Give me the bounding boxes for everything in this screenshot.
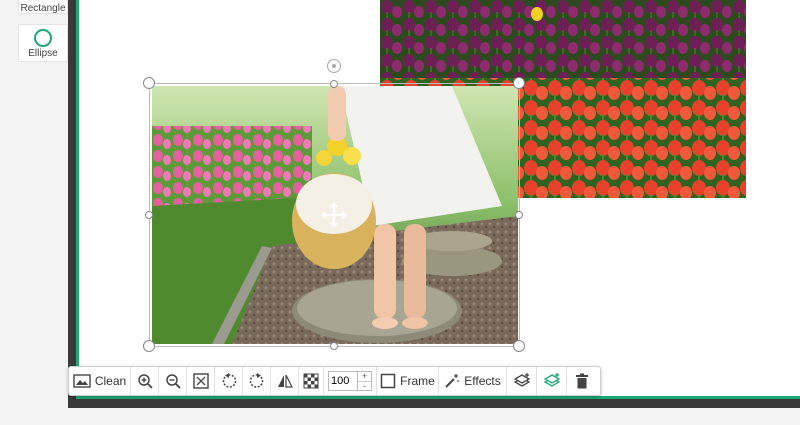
ellipse-tool-label: Ellipse: [28, 48, 58, 59]
fit-icon: [192, 373, 209, 389]
clean-label: Clean: [94, 374, 127, 388]
layer-add-button[interactable]: [537, 367, 567, 395]
opacity-decrement[interactable]: -: [358, 382, 371, 391]
zoom-out-button[interactable]: [159, 367, 187, 395]
resize-handle-bottom-left[interactable]: [143, 340, 155, 352]
move-icon[interactable]: [321, 202, 347, 228]
rectangle-tool-label: Rectangle: [20, 3, 66, 14]
zoom-in-button[interactable]: [131, 367, 159, 395]
flip-icon: [277, 374, 293, 388]
ellipse-tool-button[interactable]: Ellipse: [18, 24, 68, 62]
image-icon: [73, 374, 91, 388]
fit-button[interactable]: [187, 367, 215, 395]
magic-wand-icon: [445, 374, 459, 388]
shape-tool-panel: Rectangle Ellipse: [0, 0, 72, 425]
opacity-control: + -: [324, 367, 377, 395]
image-toolbar: Clean 100 + - Frame Effects: [68, 366, 601, 396]
frame-label: Frame: [400, 374, 435, 388]
delete-button[interactable]: [567, 367, 597, 395]
trash-icon: [576, 373, 588, 389]
opacity-input[interactable]: [328, 371, 358, 391]
rotate-right-icon: [249, 373, 263, 388]
rotate-right-button[interactable]: [243, 367, 271, 395]
flip-button[interactable]: [271, 367, 299, 395]
resize-handle-left[interactable]: [145, 211, 153, 219]
resize-handle-bottom-right[interactable]: [513, 340, 525, 352]
rotate-left-icon: [222, 373, 236, 388]
rectangle-tool-button[interactable]: Rectangle: [18, 0, 68, 14]
layer-up-button[interactable]: [507, 367, 537, 395]
transparency-button[interactable]: [299, 367, 324, 395]
resize-handle-top-left[interactable]: [143, 77, 155, 89]
layer-up-icon: [513, 373, 530, 387]
editor-app: Rectangle Ellipse Clean 100 + - Frame Ef…: [0, 0, 800, 425]
layer-add-icon: [543, 373, 560, 387]
frame-icon: [380, 373, 396, 389]
zoom-out-icon: [165, 374, 181, 389]
rotate-left-button[interactable]: [215, 367, 243, 395]
ellipse-icon: [34, 29, 52, 47]
frame-button[interactable]: Frame: [377, 367, 439, 395]
zoom-in-icon: [137, 374, 153, 389]
resize-handle-bottom[interactable]: [330, 342, 338, 350]
transparency-icon: [303, 373, 319, 389]
rotate-handle[interactable]: [327, 59, 341, 73]
effects-label: Effects: [464, 374, 501, 388]
resize-handle-right[interactable]: [515, 211, 523, 219]
resize-handle-top[interactable]: [330, 80, 338, 88]
resize-handle-top-right[interactable]: [513, 77, 525, 89]
clean-button[interactable]: Clean: [69, 367, 131, 395]
opacity-stepper[interactable]: + -: [358, 371, 372, 391]
effects-button[interactable]: Effects: [439, 367, 507, 395]
